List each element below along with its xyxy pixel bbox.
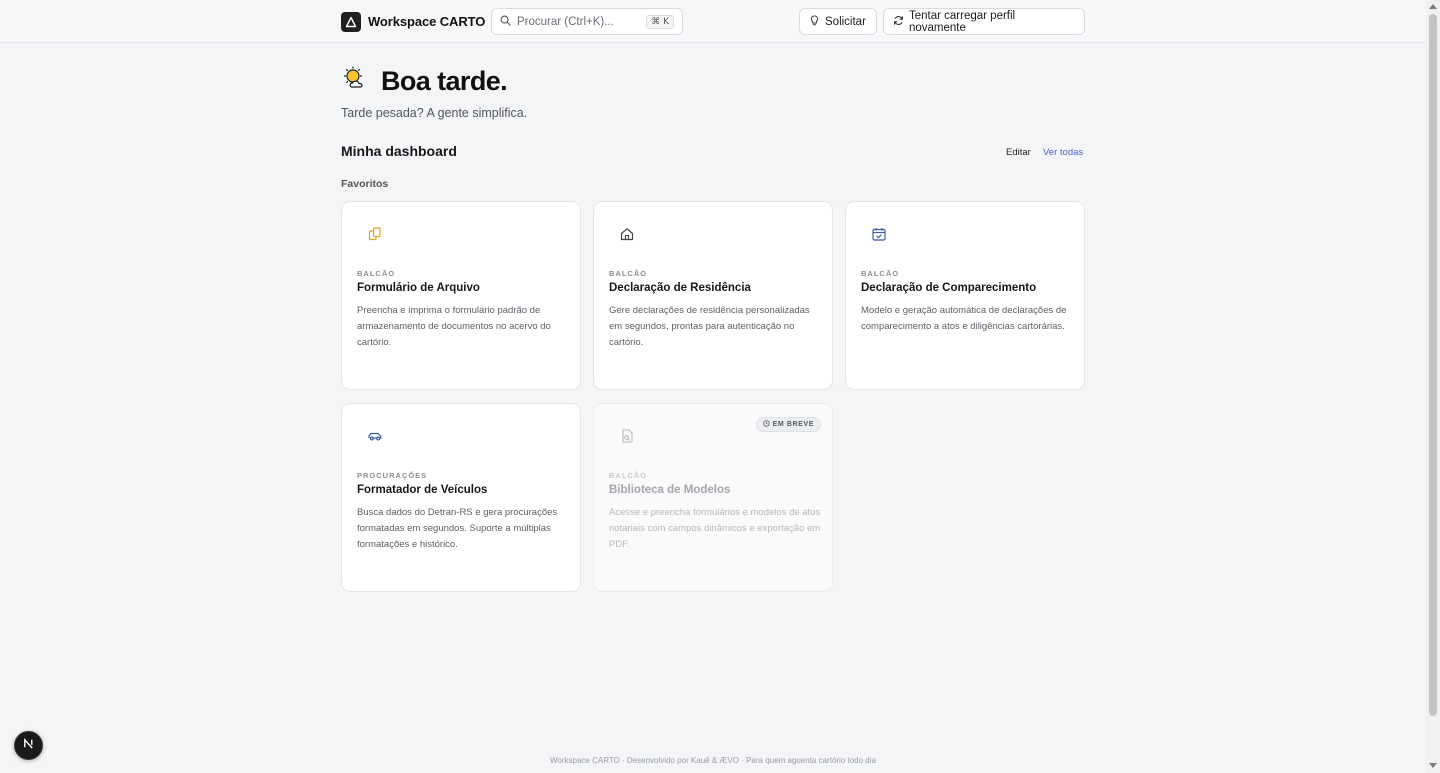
- scroll-up-icon[interactable]: [1429, 4, 1437, 9]
- card-title: Declaração de Residência: [609, 282, 751, 294]
- card-category: BALCÃO: [609, 269, 648, 278]
- card-description: Modelo e geração automática de declaraçõ…: [861, 305, 1067, 332]
- card-title: Declaração de Comparecimento: [861, 282, 1037, 294]
- card-title: Formatador de Veículos: [357, 484, 488, 496]
- car-icon: [367, 428, 383, 444]
- sun-cloud-icon: [341, 65, 369, 98]
- coming-soon-badge: EM BREVE: [755, 417, 821, 432]
- refresh-icon: [893, 15, 904, 29]
- card-description: Preencha e imprima o formulário padrão d…: [357, 305, 551, 348]
- search-icon: [500, 13, 511, 31]
- reload-profile-label: Tentar carregar perfil novamente: [909, 9, 1016, 34]
- search-box[interactable]: ⌘ K: [491, 8, 683, 35]
- card-description: Busca dados do Detran-RS e gera procuraç…: [357, 507, 558, 550]
- page-scrollbar[interactable]: [1426, 0, 1440, 773]
- favorites-label: Favoritos: [341, 178, 389, 190]
- brand-logo-icon: [341, 11, 361, 32]
- scroll-down-icon[interactable]: [1429, 763, 1437, 768]
- brand-name: Workspace CARTO: [368, 14, 486, 29]
- card-title: Formulário de Arquivo: [357, 282, 480, 294]
- request-button-label: Solicitar: [825, 15, 866, 28]
- calendar-check-icon: [871, 226, 887, 242]
- n-logo-icon: [22, 737, 35, 755]
- card-title: Biblioteca de Modelos: [609, 484, 731, 496]
- greeting-subtitle: Tarde pesada? A gente simplifica.: [341, 106, 528, 120]
- top-bar: Workspace CARTO ⌘ K Solicitar Tentar car…: [0, 0, 1426, 43]
- card-category: PROCURAÇÕES: [357, 471, 428, 480]
- search-shortcut-hint: ⌘ K: [646, 14, 674, 29]
- greeting: Boa tarde.: [341, 65, 508, 98]
- greeting-title: Boa tarde.: [381, 66, 508, 96]
- card-description: Acesse e preencha formulários e modelos …: [609, 507, 821, 550]
- card-formatador-veiculos[interactable]: PROCURAÇÕES Formatador de Veículos Busca…: [341, 403, 581, 592]
- card-declaracao-residencia[interactable]: BALCÃO Declaração de Residência Gere dec…: [593, 201, 833, 390]
- edit-dashboard-link[interactable]: Editar: [1006, 147, 1031, 158]
- search-input[interactable]: [517, 15, 637, 28]
- card-category: BALCÃO: [357, 269, 396, 278]
- card-formulario-arquivo[interactable]: BALCÃO Formulário de Arquivo Preencha e …: [341, 201, 581, 390]
- card-description: Gere declarações de residência personali…: [609, 305, 810, 348]
- dev-tools-button[interactable]: [14, 731, 43, 760]
- reload-profile-button[interactable]: Tentar carregar perfil novamente: [883, 8, 1085, 35]
- card-declaracao-comparecimento[interactable]: BALCÃO Declaração de Comparecimento Mode…: [845, 201, 1085, 390]
- footer-text: Workspace CARTO · Desenvolvido por Kauê …: [550, 756, 876, 765]
- file-search-icon: [619, 428, 635, 444]
- home-icon: [619, 226, 635, 242]
- coming-soon-label: EM BREVE: [772, 421, 814, 428]
- files-icon: [367, 226, 383, 242]
- request-button[interactable]: Solicitar: [799, 8, 877, 35]
- brand[interactable]: Workspace CARTO: [341, 11, 485, 32]
- dashboard-title: Minha dashboard: [341, 143, 457, 159]
- see-all-link[interactable]: Ver todas: [1043, 147, 1083, 158]
- clock-icon: [762, 420, 770, 429]
- card-biblioteca-modelos: EM BREVE BALCÃO Biblioteca de Modelos Ac…: [593, 403, 833, 592]
- lightbulb-icon: [809, 14, 820, 29]
- card-category: BALCÃO: [609, 471, 648, 480]
- card-category: BALCÃO: [861, 269, 900, 278]
- scroll-thumb[interactable]: [1429, 14, 1437, 716]
